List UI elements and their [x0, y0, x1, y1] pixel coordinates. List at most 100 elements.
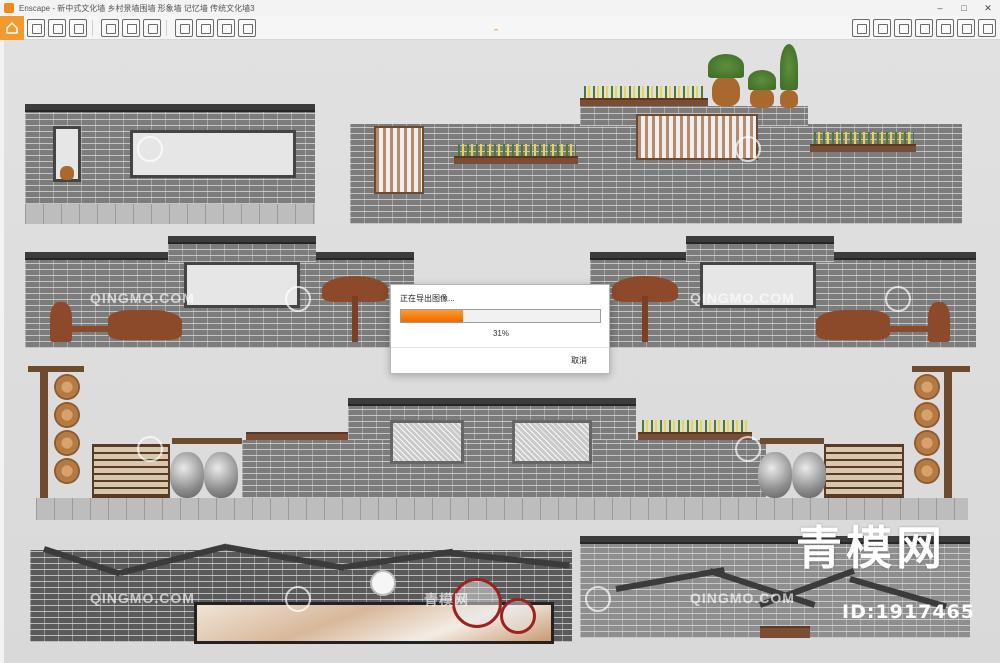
watermark-logo-icon: [885, 286, 911, 312]
lattice-window: [512, 420, 592, 464]
potted-plant: [60, 166, 74, 180]
wall-cap: [25, 252, 168, 260]
wall-cap: [348, 398, 636, 406]
raised-wall-section: [168, 244, 316, 262]
moon-disc: [370, 570, 396, 596]
log-round: [914, 374, 940, 400]
link-button[interactable]: [27, 18, 45, 37]
watermark-logo-icon: [285, 286, 311, 312]
settings-sliders-button[interactable]: [48, 18, 66, 37]
watermark-logo-icon: [137, 136, 163, 162]
planter-box: [580, 98, 708, 106]
vr-button[interactable]: [936, 19, 954, 37]
grid-button[interactable]: [69, 18, 87, 37]
wall-cap: [590, 252, 686, 260]
ox-silhouette: [108, 310, 182, 340]
wall-cap: [168, 236, 316, 244]
log-round: [54, 458, 80, 484]
pot-foliage: [708, 54, 744, 78]
plough-silhouette: [888, 326, 928, 332]
upload-button[interactable]: [238, 18, 256, 37]
wooden-beam: [760, 438, 824, 444]
pot-foliage: [748, 70, 776, 90]
log-round: [54, 430, 80, 456]
wooden-beam: [28, 366, 84, 372]
wooden-post: [40, 366, 48, 498]
chevron-up-icon[interactable]: ⌃: [492, 29, 500, 37]
ceramic-jar: [204, 452, 238, 498]
pin-button[interactable]: [101, 18, 119, 37]
log-round: [914, 430, 940, 456]
round-window: [500, 598, 536, 634]
clay-pot: [750, 88, 774, 108]
view-button[interactable]: [873, 19, 891, 37]
pine-tree-silhouette: [322, 276, 388, 342]
log-round: [54, 402, 80, 428]
video-button[interactable]: [217, 18, 235, 37]
log-round: [914, 402, 940, 428]
building-button[interactable]: [122, 18, 140, 37]
rect-window-opening: [184, 262, 300, 308]
camera-button[interactable]: [143, 18, 161, 37]
wall-cap: [316, 252, 414, 260]
farmer-silhouette: [928, 302, 950, 342]
wooden-bench: [760, 626, 810, 638]
planter-box: [810, 144, 916, 152]
wooden-lattice-fence: [824, 444, 904, 498]
close-button[interactable]: ✕: [976, 0, 1000, 16]
wall-base: [25, 204, 315, 224]
flower-bed: [642, 420, 748, 432]
wall-cap: [686, 236, 834, 244]
dialog-divider: [391, 347, 609, 348]
watermark-logo-icon: [285, 586, 311, 612]
watermark-logo-icon: [735, 136, 761, 162]
enscape-logo-icon: [4, 3, 14, 13]
farmer-silhouette: [50, 302, 72, 342]
watermark-text-cn: 青模网: [424, 592, 469, 608]
wooden-post: [944, 366, 952, 498]
flower-bed: [814, 132, 914, 144]
minimize-button[interactable]: –: [928, 0, 952, 16]
wooden-beam: [172, 438, 242, 444]
watermark-logo-icon: [137, 436, 163, 462]
export-progress-dialog: 正在导出图像... 31% 取消: [390, 284, 610, 374]
cancel-button[interactable]: 取消: [571, 355, 587, 366]
window-controls: – □ ✕: [928, 0, 1000, 16]
landscape-wall-5: [242, 440, 766, 498]
book-button[interactable]: [852, 19, 870, 37]
title-bar: Enscape - 新中式文化墙 乡村景墙围墙 形象墙 记忆墙 传统文化墙3 –…: [0, 0, 1000, 16]
watermark-text: QINGMO.COM: [90, 590, 195, 606]
toolbar-right-group: [849, 19, 996, 37]
ox-silhouette: [816, 310, 890, 340]
flower-bed: [584, 86, 704, 98]
panorama-export-button[interactable]: [196, 18, 214, 37]
viewport-left-edge: [0, 40, 4, 663]
planter-box: [454, 156, 578, 164]
log-round: [54, 374, 80, 400]
watermark-text: QINGMO.COM: [690, 590, 795, 606]
watermark-text: QINGMO.COM: [90, 290, 195, 306]
home-icon: [6, 21, 18, 34]
wall-cap: [25, 104, 315, 112]
clay-pot: [712, 76, 740, 106]
ceramic-jar: [792, 452, 826, 498]
dialog-title: 正在导出图像...: [400, 294, 455, 303]
clay-pot: [780, 90, 798, 108]
ceramic-jar: [170, 452, 204, 498]
slat-window: [374, 126, 424, 194]
watermark-text: QINGMO.COM: [690, 290, 795, 306]
help-button[interactable]: [978, 19, 996, 37]
settings-button[interactable]: [957, 19, 975, 37]
image-export-button[interactable]: [175, 18, 193, 37]
home-button[interactable]: [0, 15, 24, 40]
flower-bed: [458, 144, 576, 156]
cube-button[interactable]: [894, 19, 912, 37]
maximize-button[interactable]: □: [952, 0, 976, 16]
wooden-beam: [912, 366, 970, 372]
planter-box: [638, 432, 752, 440]
window-title: Enscape - 新中式文化墙 乡村景墙围墙 形象墙 记忆墙 传统文化墙3: [19, 3, 255, 13]
brand-watermark: 青模网: [796, 521, 946, 575]
plough-silhouette: [72, 326, 110, 332]
binoculars-button[interactable]: [915, 19, 933, 37]
pine-tree-silhouette: [612, 276, 678, 342]
